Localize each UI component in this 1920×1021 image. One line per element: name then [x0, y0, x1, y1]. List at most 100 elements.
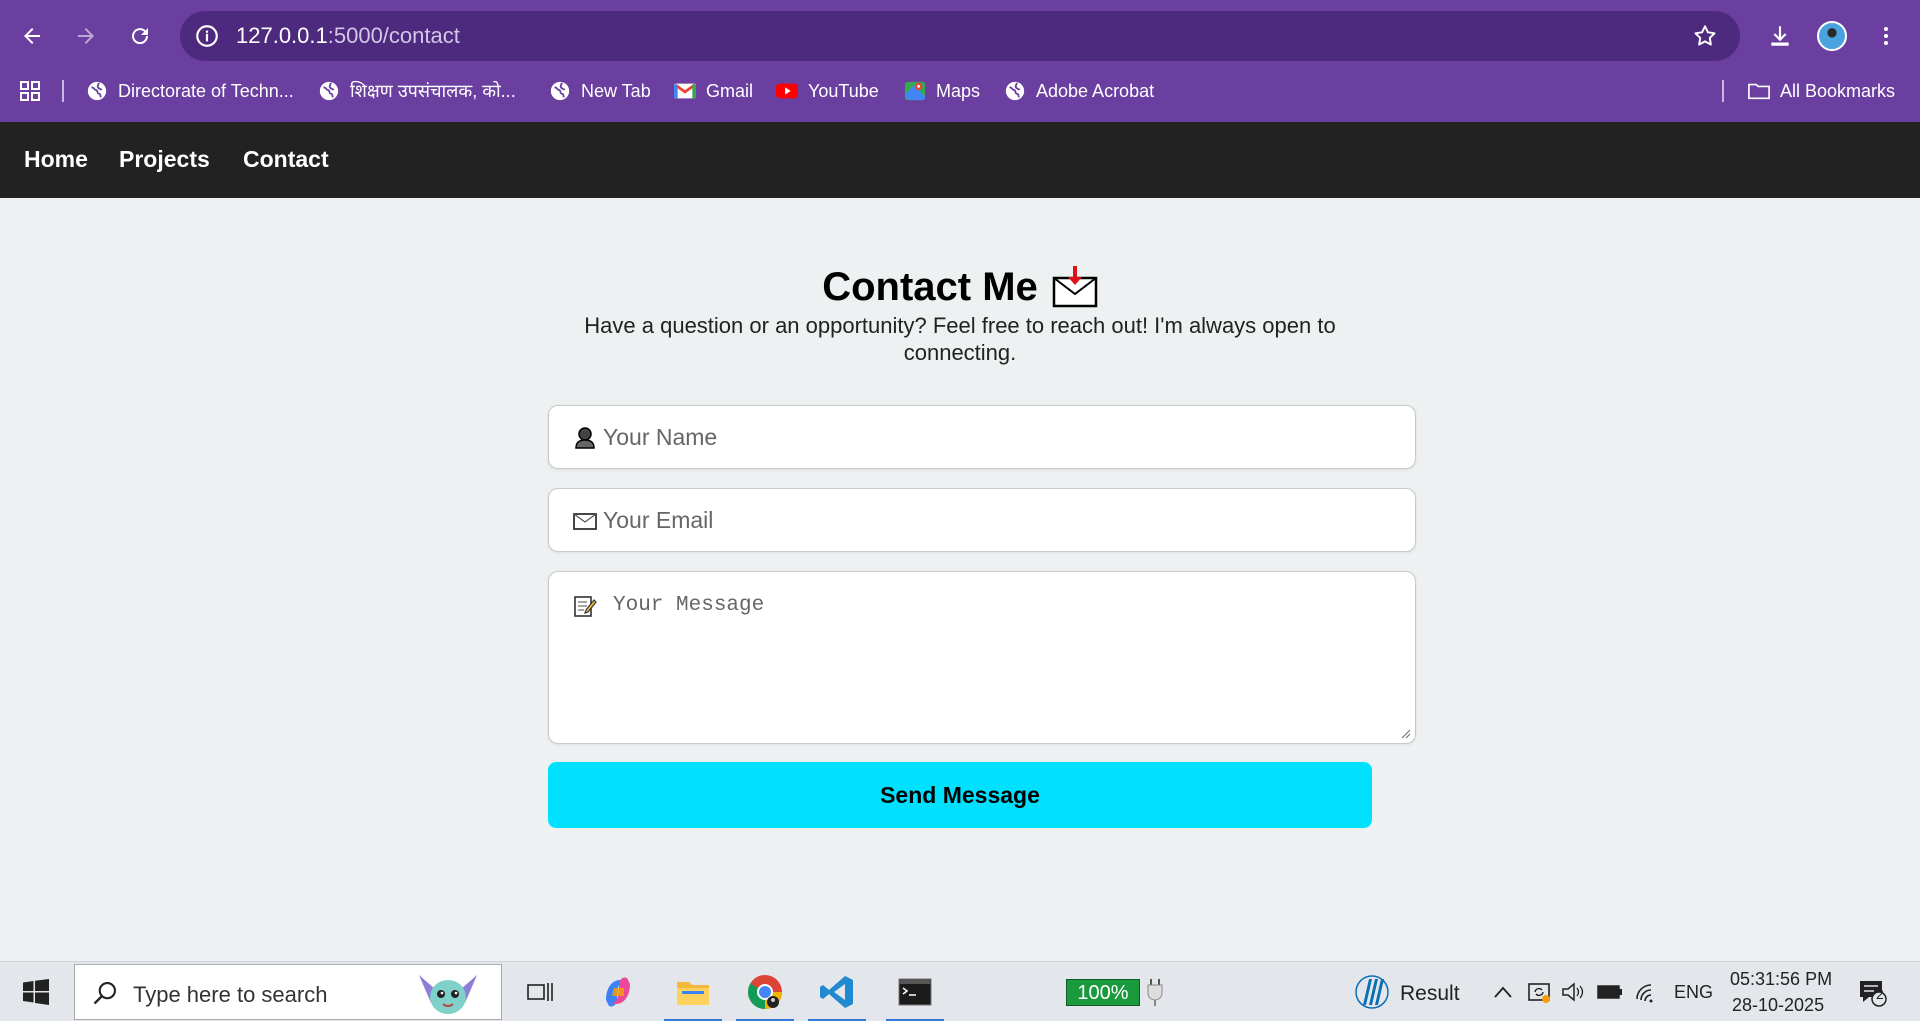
- email-field[interactable]: [548, 488, 1416, 552]
- bookmark-item[interactable]: Maps: [904, 78, 980, 104]
- task-view-button[interactable]: [520, 962, 560, 1021]
- address-bar[interactable]: 127.0.0.1:5000/contact: [180, 11, 1740, 61]
- bookmark-label: Gmail: [706, 80, 754, 101]
- folder-icon: [1748, 80, 1770, 102]
- windows-logo-icon: [23, 979, 49, 1005]
- language-indicator[interactable]: ENG: [1674, 982, 1713, 1003]
- start-button[interactable]: [14, 962, 58, 1021]
- browser-toolbar: 127.0.0.1:5000/contact: [0, 10, 1920, 62]
- avatar: [1817, 21, 1847, 51]
- clock-date[interactable]: 28-10-2025: [1732, 995, 1824, 1016]
- bookmark-label: शिक्षण उपसंचालक, को...: [350, 81, 516, 101]
- person-icon: [575, 427, 595, 449]
- nav-projects[interactable]: Projects: [119, 146, 210, 173]
- copilot-icon: [606, 977, 630, 1007]
- taskbar: Type here to search 100% Result ENG 05:3…: [0, 961, 1920, 1021]
- bookmarks-bar: Directorate of Techn... शिक्षण उपसंचालक,…: [0, 74, 1920, 108]
- forward-button[interactable]: [68, 18, 104, 54]
- tray-overflow-button[interactable]: [1488, 962, 1518, 1021]
- clock-time[interactable]: 05:31:56 PM: [1730, 969, 1832, 990]
- file-explorer-button[interactable]: [662, 962, 724, 1021]
- reload-button[interactable]: [122, 18, 158, 54]
- name-input[interactable]: [549, 406, 1415, 468]
- cricket-result-icon-wrap[interactable]: [1352, 962, 1392, 1021]
- task-view-icon: [527, 983, 553, 1001]
- folder-icon: [677, 982, 709, 1005]
- bookmark-item[interactable]: New Tab: [549, 78, 651, 104]
- site-navbar: Home Projects Contact: [0, 122, 1920, 198]
- back-button[interactable]: [14, 18, 50, 54]
- bookmark-label: YouTube: [808, 80, 879, 101]
- copilot-button[interactable]: [592, 962, 644, 1021]
- terminal-button[interactable]: [884, 962, 946, 1021]
- maps-icon: [904, 80, 926, 102]
- search-icon: [93, 982, 116, 1005]
- notification-count: 2: [1876, 986, 1884, 1002]
- contact-heading: Contact Me: [0, 264, 1920, 310]
- downloads-button[interactable]: [1762, 18, 1798, 54]
- chevron-up-icon: [1494, 986, 1512, 998]
- url-text[interactable]: 127.0.0.1:5000/contact: [236, 23, 460, 49]
- bookmark-star-icon[interactable]: [1692, 23, 1718, 49]
- charging-plug-icon: [1147, 979, 1163, 1006]
- bookmark-item[interactable]: Gmail: [674, 78, 753, 104]
- wifi-icon: [1636, 984, 1653, 1003]
- memo-icon: [574, 596, 597, 617]
- bookmark-label: Adobe Acrobat: [1036, 80, 1155, 101]
- result-label[interactable]: Result: [1400, 982, 1460, 1006]
- gmail-icon: [674, 80, 696, 102]
- battery-widget[interactable]: 100%: [1066, 979, 1140, 1006]
- name-field[interactable]: [548, 405, 1416, 469]
- apps-button[interactable]: [18, 78, 42, 104]
- bookmarks-divider: [62, 80, 64, 102]
- contact-subtitle: Have a question or an opportunity? Feel …: [584, 313, 1336, 365]
- terminal-icon: [898, 978, 932, 1006]
- url-path: :5000/contact: [327, 23, 460, 48]
- battery-icon: [1597, 985, 1622, 999]
- profile-button[interactable]: [1814, 18, 1850, 54]
- arrow-left-icon: [24, 28, 40, 44]
- cricket-logo-icon: [1355, 975, 1389, 1009]
- youtube-icon: [776, 80, 798, 102]
- chrome-button[interactable]: [734, 962, 796, 1021]
- page-title: Contact Me: [822, 264, 1038, 309]
- nav-contact[interactable]: Contact: [243, 146, 329, 173]
- resize-grip-icon[interactable]: [1399, 727, 1411, 739]
- bookmark-item[interactable]: YouTube: [776, 78, 879, 104]
- bookmark-label: New Tab: [581, 80, 651, 101]
- vscode-button[interactable]: [806, 962, 868, 1021]
- envelope-icon: [573, 513, 597, 530]
- email-input[interactable]: [549, 489, 1415, 551]
- reload-icon: [132, 28, 149, 45]
- volume-button[interactable]: [1558, 962, 1588, 1021]
- all-bookmarks-button[interactable]: All Bookmarks: [1748, 78, 1895, 104]
- plug-icon-wrap: [1142, 962, 1168, 1021]
- battery-tray-button[interactable]: [1594, 962, 1626, 1021]
- globe-icon: [86, 80, 108, 102]
- globe-icon: [549, 80, 571, 102]
- site-info-icon[interactable]: [194, 23, 220, 49]
- notifications-button[interactable]: 2: [1852, 962, 1892, 1021]
- sync-tray-button[interactable]: [1524, 962, 1554, 1021]
- menu-button[interactable]: [1868, 18, 1904, 54]
- bookmark-item[interactable]: शिक्षण उपसंचालक, को...: [318, 78, 516, 104]
- inbox-envelope-icon: [1052, 266, 1098, 308]
- globe-icon: [1004, 80, 1026, 102]
- arrow-right-icon: [78, 28, 94, 44]
- nav-home[interactable]: Home: [24, 146, 88, 173]
- speaker-icon: [1562, 982, 1584, 1002]
- url-host: 127.0.0.1: [236, 23, 328, 48]
- wifi-button[interactable]: [1632, 962, 1662, 1021]
- message-field[interactable]: [548, 571, 1416, 744]
- vscode-icon: [820, 976, 853, 1008]
- download-icon: [1771, 26, 1789, 46]
- send-message-button[interactable]: Send Message: [548, 762, 1372, 828]
- bookmark-label: Maps: [936, 80, 981, 101]
- taskbar-search[interactable]: Type here to search: [74, 964, 502, 1020]
- bookmark-item[interactable]: Adobe Acrobat: [1004, 78, 1154, 104]
- search-placeholder: Type here to search: [133, 982, 328, 1007]
- browser-chrome: 127.0.0.1:5000/contact Directorate of Te…: [0, 0, 1920, 122]
- bookmark-item[interactable]: Directorate of Techn...: [86, 78, 294, 104]
- mascot-icon: [419, 975, 477, 1014]
- message-input[interactable]: [549, 572, 1415, 743]
